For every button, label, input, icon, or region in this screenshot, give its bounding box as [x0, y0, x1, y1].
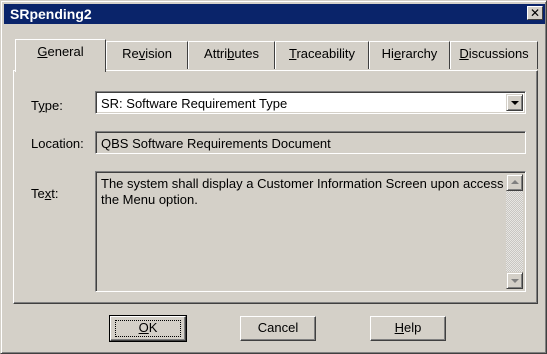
- type-select[interactable]: SR: Software Requirement Type: [95, 91, 526, 114]
- tab-attributes[interactable]: Attributes: [188, 41, 275, 69]
- scroll-down-button[interactable]: [506, 272, 523, 289]
- type-dropdown-button[interactable]: [506, 94, 523, 111]
- type-select-value: SR: Software Requirement Type: [101, 96, 288, 111]
- text-scrollbar[interactable]: [506, 174, 523, 289]
- location-label: Location:: [31, 136, 84, 151]
- window-title: SRpending2: [10, 6, 92, 22]
- tab-revision[interactable]: Revision: [106, 41, 188, 69]
- tab-discussions[interactable]: Discussions: [450, 41, 538, 69]
- help-button[interactable]: Help: [370, 316, 446, 341]
- scroll-up-icon: [511, 180, 519, 184]
- text-label: Text:: [31, 186, 59, 201]
- type-label: Type:: [31, 98, 63, 113]
- focus-indicator: [115, 320, 181, 337]
- general-tab-panel: Type: SR: Software Requirement Type Loca…: [13, 70, 538, 304]
- chevron-down-icon: [511, 101, 519, 105]
- location-field: QBS Software Requirements Document: [95, 131, 526, 154]
- tab-hierarchy[interactable]: Hierarchy: [369, 41, 450, 69]
- cancel-button[interactable]: Cancel: [240, 316, 316, 341]
- close-button[interactable]: ✕: [527, 6, 543, 20]
- location-value: QBS Software Requirements Document: [101, 136, 331, 151]
- ok-button[interactable]: OK: [109, 315, 187, 342]
- tab-traceability[interactable]: Traceability: [275, 41, 369, 69]
- scroll-down-icon: [511, 279, 519, 283]
- text-area[interactable]: The system shall display a Customer Info…: [95, 171, 526, 292]
- close-icon: ✕: [529, 6, 541, 20]
- tab-general[interactable]: General: [15, 39, 106, 72]
- scroll-up-button[interactable]: [506, 174, 523, 191]
- dialog-window: SRpending2 ✕ General Revision Attributes…: [0, 0, 547, 354]
- title-bar[interactable]: SRpending2 ✕: [4, 4, 545, 24]
- requirement-text: The system shall display a Customer Info…: [101, 176, 518, 207]
